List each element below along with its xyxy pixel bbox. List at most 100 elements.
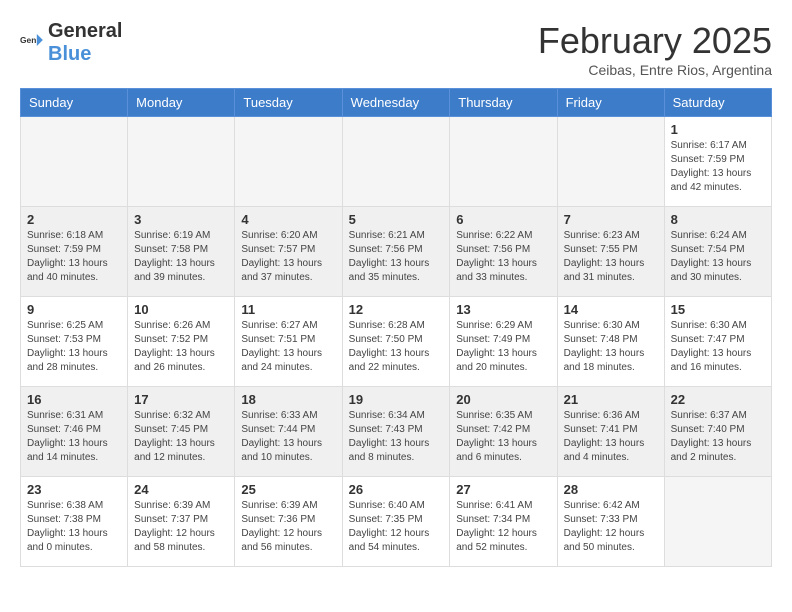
day-cell-6: 6Sunrise: 6:22 AM Sunset: 7:56 PM Daylig…	[450, 207, 557, 297]
weekday-header-row: SundayMondayTuesdayWednesdayThursdayFrid…	[21, 89, 772, 117]
day-cell-empty	[342, 117, 450, 207]
day-cell-14: 14 Sunrise: 6:30 AM Sunset: 7:48 PM Dayli…	[557, 297, 664, 387]
day-info-7: Sunrise: 6:23 AM Sunset: 7:55 PM Dayligh…	[564, 229, 658, 285]
day-cell-4: 4 Sunrise: 6:20 AM Sunset: 7:57 PM Daylig…	[235, 207, 342, 297]
day-cell-7: 7 Sunrise: 6:23 AM Sunset: 7:55 PM Daylig…	[557, 207, 664, 297]
day-cell-15: 15 Sunrise: 6:30 AM Sunset: 7:47 PM Dayli…	[664, 297, 771, 387]
day-cell-18: 18 Sunrise: 6:33 AM Sunset: 7:44 PM Dayli…	[235, 387, 342, 477]
day-cell-9: 9 Sunrise: 6:25 AM Sunset: 7:53 PM Daylig…	[21, 297, 128, 387]
day-number-4: 4	[241, 212, 335, 227]
week-row-4: 16 Sunrise: 6:31 AM Sunset: 7:46 PM Dayli…	[21, 387, 772, 477]
day-cell-empty	[557, 117, 664, 207]
day-number-27: 27	[456, 482, 550, 497]
day-number-9: 9	[27, 302, 121, 317]
day-info-2: Sunrise: 6:18 AM Sunset: 7:59 PM Dayligh…	[27, 229, 121, 285]
day-number-25: 25	[241, 482, 335, 497]
day-info-9: Sunrise: 6:25 AM Sunset: 7:53 PM Dayligh…	[27, 319, 121, 375]
day-cell-empty	[450, 117, 557, 207]
weekday-header-thursday: Thursday	[450, 89, 557, 117]
day-info-14: Sunrise: 6:30 AM Sunset: 7:48 PM Dayligh…	[564, 319, 658, 375]
day-number-1: 1	[671, 122, 765, 137]
day-cell-empty	[664, 477, 771, 567]
day-info-8: Sunrise: 6:24 AM Sunset: 7:54 PM Dayligh…	[671, 229, 765, 285]
day-info-20: Sunrise: 6:35 AM Sunset: 7:42 PM Dayligh…	[456, 409, 550, 465]
day-info-3: Sunrise: 6:19 AM Sunset: 7:58 PM Dayligh…	[134, 229, 228, 285]
day-info-27: Sunrise: 6:41 AM Sunset: 7:34 PM Dayligh…	[456, 499, 550, 555]
day-number-26: 26	[349, 482, 444, 497]
day-info-5: Sunrise: 6:21 AM Sunset: 7:56 PM Dayligh…	[349, 229, 444, 285]
logo-wordmark: General Blue	[48, 20, 122, 66]
day-info-15: Sunrise: 6:30 AM Sunset: 7:47 PM Dayligh…	[671, 319, 765, 375]
day-cell-empty	[21, 117, 128, 207]
day-info-28: Sunrise: 6:42 AM Sunset: 7:33 PM Dayligh…	[564, 499, 658, 555]
day-number-19: 19	[349, 392, 444, 407]
day-info-24: Sunrise: 6:39 AM Sunset: 7:37 PM Dayligh…	[134, 499, 228, 555]
svg-text:Gen: Gen	[20, 35, 36, 45]
day-number-12: 12	[349, 302, 444, 317]
logo-icon: Gen	[20, 31, 44, 55]
week-row-3: 9 Sunrise: 6:25 AM Sunset: 7:53 PM Daylig…	[21, 297, 772, 387]
logo: Gen General Blue	[20, 20, 122, 66]
logo-general-text: General	[48, 20, 122, 42]
day-info-19: Sunrise: 6:34 AM Sunset: 7:43 PM Dayligh…	[349, 409, 444, 465]
calendar-title: February 2025	[538, 20, 772, 62]
day-cell-23: 23Sunrise: 6:38 AM Sunset: 7:38 PM Dayli…	[21, 477, 128, 567]
day-number-5: 5	[349, 212, 444, 227]
day-cell-11: 11 Sunrise: 6:27 AM Sunset: 7:51 PM Dayli…	[235, 297, 342, 387]
weekday-header-wednesday: Wednesday	[342, 89, 450, 117]
day-info-26: Sunrise: 6:40 AM Sunset: 7:35 PM Dayligh…	[349, 499, 444, 555]
day-cell-25: 25 Sunrise: 6:39 AM Sunset: 7:36 PM Dayli…	[235, 477, 342, 567]
calendar-table: SundayMondayTuesdayWednesdayThursdayFrid…	[20, 88, 772, 567]
week-row-2: 2Sunrise: 6:18 AM Sunset: 7:59 PM Daylig…	[21, 207, 772, 297]
day-number-16: 16	[27, 392, 121, 407]
day-cell-empty	[128, 117, 235, 207]
day-info-13: Sunrise: 6:29 AM Sunset: 7:49 PM Dayligh…	[456, 319, 550, 375]
day-number-20: 20	[456, 392, 550, 407]
day-number-15: 15	[671, 302, 765, 317]
day-info-17: Sunrise: 6:32 AM Sunset: 7:45 PM Dayligh…	[134, 409, 228, 465]
weekday-header-friday: Friday	[557, 89, 664, 117]
day-cell-22: 22Sunrise: 6:37 AM Sunset: 7:40 PM Dayli…	[664, 387, 771, 477]
day-number-13: 13	[456, 302, 550, 317]
day-info-11: Sunrise: 6:27 AM Sunset: 7:51 PM Dayligh…	[241, 319, 335, 375]
day-cell-21: 21 Sunrise: 6:36 AM Sunset: 7:41 PM Dayli…	[557, 387, 664, 477]
logo-blue-text: Blue	[48, 43, 91, 65]
weekday-header-sunday: Sunday	[21, 89, 128, 117]
day-number-17: 17	[134, 392, 228, 407]
day-cell-8: 8 Sunrise: 6:24 AM Sunset: 7:54 PM Daylig…	[664, 207, 771, 297]
day-info-1: Sunrise: 6:17 AM Sunset: 7:59 PM Dayligh…	[671, 139, 765, 195]
day-number-21: 21	[564, 392, 658, 407]
day-cell-24: 24 Sunrise: 6:39 AM Sunset: 7:37 PM Dayli…	[128, 477, 235, 567]
day-cell-12: 12Sunrise: 6:28 AM Sunset: 7:50 PM Dayli…	[342, 297, 450, 387]
day-cell-17: 17 Sunrise: 6:32 AM Sunset: 7:45 PM Dayli…	[128, 387, 235, 477]
day-number-18: 18	[241, 392, 335, 407]
title-area: February 2025 Ceibas, Entre Rios, Argent…	[538, 20, 772, 78]
day-info-18: Sunrise: 6:33 AM Sunset: 7:44 PM Dayligh…	[241, 409, 335, 465]
weekday-header-saturday: Saturday	[664, 89, 771, 117]
day-cell-2: 2Sunrise: 6:18 AM Sunset: 7:59 PM Daylig…	[21, 207, 128, 297]
day-cell-19: 19 Sunrise: 6:34 AM Sunset: 7:43 PM Dayli…	[342, 387, 450, 477]
day-cell-20: 20 Sunrise: 6:35 AM Sunset: 7:42 PM Dayli…	[450, 387, 557, 477]
header: Gen General Blue February 2025 Ceibas, E…	[20, 20, 772, 78]
day-info-4: Sunrise: 6:20 AM Sunset: 7:57 PM Dayligh…	[241, 229, 335, 285]
day-info-10: Sunrise: 6:26 AM Sunset: 7:52 PM Dayligh…	[134, 319, 228, 375]
day-cell-3: 3 Sunrise: 6:19 AM Sunset: 7:58 PM Daylig…	[128, 207, 235, 297]
week-row-1: 1 Sunrise: 6:17 AM Sunset: 7:59 PM Daylig…	[21, 117, 772, 207]
day-cell-13: 13 Sunrise: 6:29 AM Sunset: 7:49 PM Dayli…	[450, 297, 557, 387]
day-number-10: 10	[134, 302, 228, 317]
day-number-24: 24	[134, 482, 228, 497]
day-number-7: 7	[564, 212, 658, 227]
day-number-23: 23	[27, 482, 121, 497]
day-cell-28: 28 Sunrise: 6:42 AM Sunset: 7:33 PM Dayli…	[557, 477, 664, 567]
day-info-6: Sunrise: 6:22 AM Sunset: 7:56 PM Dayligh…	[456, 229, 550, 285]
calendar-subtitle: Ceibas, Entre Rios, Argentina	[538, 62, 772, 78]
day-info-25: Sunrise: 6:39 AM Sunset: 7:36 PM Dayligh…	[241, 499, 335, 555]
day-info-16: Sunrise: 6:31 AM Sunset: 7:46 PM Dayligh…	[27, 409, 121, 465]
day-number-14: 14	[564, 302, 658, 317]
day-number-11: 11	[241, 302, 335, 317]
day-number-3: 3	[134, 212, 228, 227]
day-info-21: Sunrise: 6:36 AM Sunset: 7:41 PM Dayligh…	[564, 409, 658, 465]
day-number-28: 28	[564, 482, 658, 497]
day-number-8: 8	[671, 212, 765, 227]
day-cell-16: 16 Sunrise: 6:31 AM Sunset: 7:46 PM Dayli…	[21, 387, 128, 477]
